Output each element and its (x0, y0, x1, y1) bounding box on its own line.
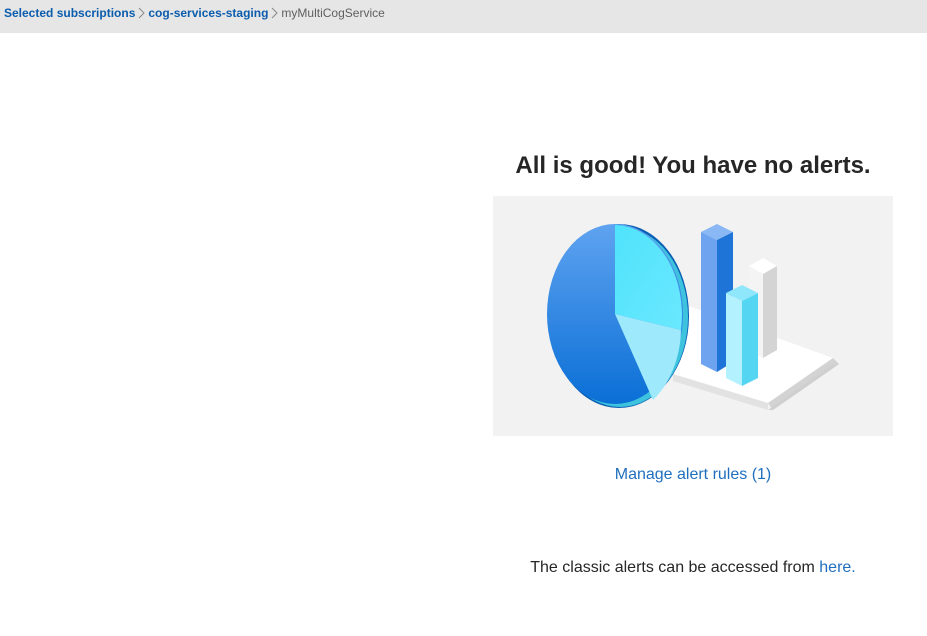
classic-alerts-here-link[interactable]: here. (819, 559, 855, 576)
chevron-right-icon (135, 6, 148, 20)
breadcrumb: Selected subscriptions cog-services-stag… (0, 0, 927, 33)
pie-and-bar-chart-illustration (493, 196, 893, 436)
breadcrumb-item-selected-subscriptions[interactable]: Selected subscriptions (4, 6, 135, 20)
chevron-right-icon (268, 6, 281, 20)
manage-alert-rules-link[interactable]: Manage alert rules (1) (493, 466, 893, 484)
breadcrumb-current-resource: myMultiCogService (281, 6, 385, 20)
classic-alerts-label: The classic alerts can be accessed from (530, 559, 820, 576)
breadcrumb-item-cog-services-staging[interactable]: cog-services-staging (148, 6, 268, 20)
no-alerts-panel: All is good! You have no alerts. Manage … (493, 148, 893, 576)
classic-alerts-text: The classic alerts can be accessed from … (493, 559, 893, 577)
no-alerts-heading: All is good! You have no alerts. (515, 152, 871, 179)
